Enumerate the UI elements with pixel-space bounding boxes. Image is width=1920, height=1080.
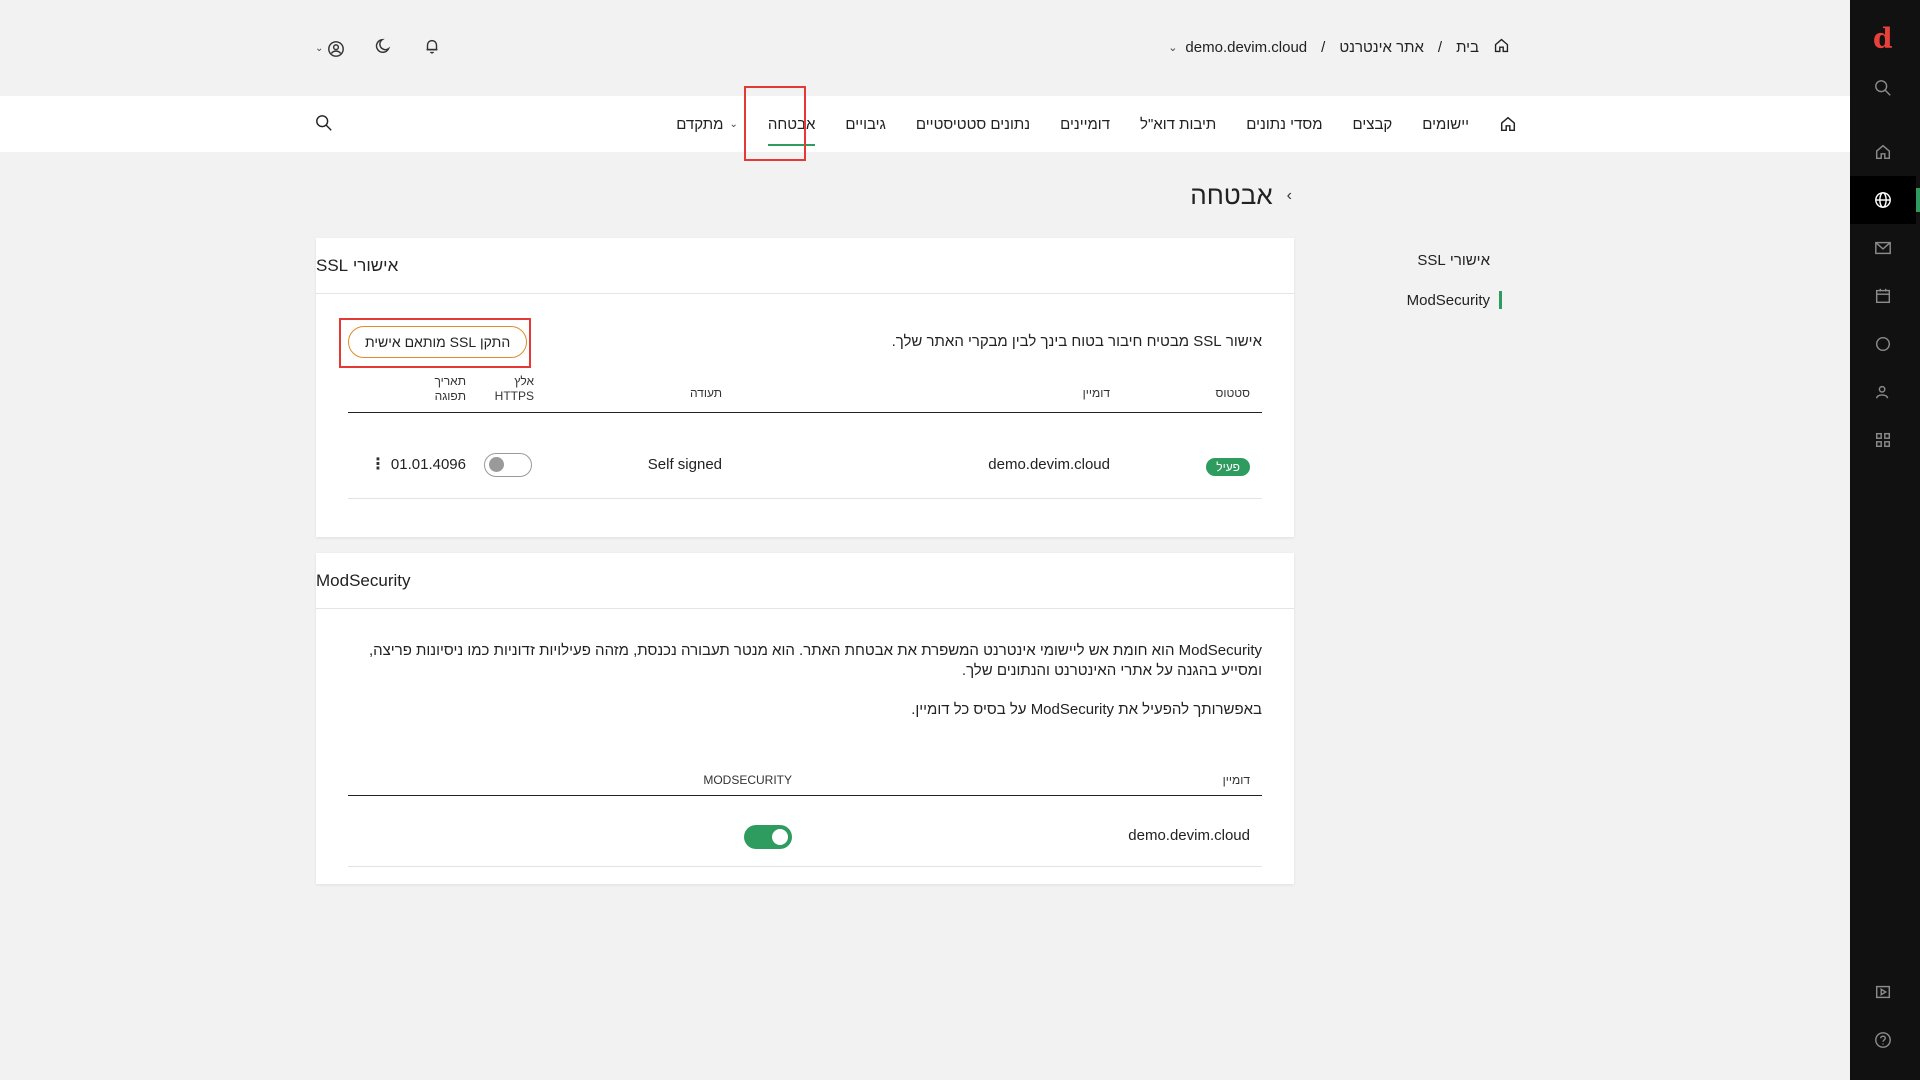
table-header-divider (348, 412, 1262, 413)
nav-item-domains[interactable]: דומיינים (1060, 96, 1110, 152)
breadcrumb-separator: / (1321, 39, 1326, 56)
app-rail: d (1850, 0, 1920, 1080)
breadcrumb-home[interactable]: בית (1456, 39, 1479, 56)
rail-users-icon[interactable] (1850, 368, 1916, 416)
rail-apps-icon[interactable] (1850, 416, 1916, 464)
page-header: › אבטחה (1190, 180, 1292, 211)
column-header-expiry: תאריך תפוגה (434, 374, 466, 404)
chevron-down-icon: ⌄ (729, 118, 738, 130)
highlight-box (339, 318, 531, 368)
nav-search-icon[interactable] (315, 114, 333, 137)
modsecurity-description: ModSecurity הוא חומת אש ליישומי אינטרנט … (368, 642, 1262, 679)
modsecurity-toggle[interactable] (744, 825, 792, 849)
page-title: אבטחה (1190, 180, 1273, 210)
toggle-knob (489, 457, 504, 472)
side-item-modsecurity[interactable]: ModSecurity (1407, 280, 1503, 320)
row-divider (348, 866, 1262, 867)
rail-circle-icon[interactable] (1850, 320, 1916, 368)
modsecurity-table: דומיין MODSECURITY demo.devim.cloud (348, 763, 1262, 883)
column-header-certificate: תעודה (689, 386, 722, 400)
section-menu: אישורי SSL ModSecurity (1407, 240, 1503, 320)
column-header-force-https-line2: HTTPS (494, 389, 534, 403)
modsecurity-domain-cell: demo.devim.cloud (1128, 827, 1250, 844)
column-header-expiry-line2: תפוגה (434, 389, 466, 403)
chevron-down-icon[interactable]: ⌄ (1168, 41, 1177, 54)
nav-item-files[interactable]: קבצים (1353, 96, 1393, 152)
nav-item-email[interactable]: תיבות דוא"ל (1140, 96, 1216, 152)
main-nav-bar: יישומים קבצים מסדי נתונים תיבות דוא"ל דו… (0, 96, 1850, 152)
ssl-expiry-cell: 01.01.4096 (390, 456, 466, 473)
modsecurity-card: ModSecurity ModSecurity הוא חומת אש לייש… (316, 553, 1294, 884)
row-divider (348, 498, 1262, 499)
nav-item-databases[interactable]: מסדי נתונים (1246, 96, 1322, 152)
rail-help-icon[interactable] (1850, 1016, 1916, 1064)
nav-item-advanced[interactable]: מתקדם ⌄ (676, 96, 738, 152)
nav-item-applications[interactable]: יישומים (1422, 96, 1469, 152)
rail-globe-icon[interactable] (1850, 176, 1920, 224)
ssl-card-title: אישורי SSL (316, 255, 399, 275)
top-header: בית / אתר אינטרנט / demo.devim.cloud ⌄ ⌄ (0, 0, 1850, 96)
rail-search-icon[interactable] (1850, 64, 1916, 112)
ssl-card: אישורי SSL אישור SSL מבטיח חיבור בטוח בי… (316, 238, 1294, 537)
table-header-divider (348, 795, 1262, 796)
status-badge: פעיל (1206, 458, 1250, 476)
header-actions: ⌄ (315, 37, 441, 60)
rail-media-icon[interactable] (1850, 968, 1916, 1016)
back-chevron-icon[interactable]: › (1287, 187, 1292, 205)
breadcrumb: בית / אתר אינטרנט / demo.devim.cloud ⌄ (1168, 37, 1510, 58)
column-header-force-https-line1: אלץ (514, 374, 534, 388)
modsecurity-card-title: ModSecurity (316, 570, 411, 590)
ssl-certificate-cell: Self signed (647, 456, 722, 473)
moon-icon[interactable] (375, 37, 393, 60)
column-header-modsecurity: MODSECURITY (703, 773, 792, 787)
column-header-domain: דומיין (1082, 386, 1110, 400)
breadcrumb-domain[interactable]: demo.devim.cloud (1185, 39, 1307, 56)
column-header-expiry-line1: תאריך (434, 374, 466, 388)
column-header-status: סטטוס (1215, 386, 1250, 400)
modsecurity-card-header: ModSecurity (316, 553, 1294, 609)
chevron-down-icon: ⌄ (315, 43, 324, 54)
breadcrumb-separator: / (1437, 39, 1443, 56)
highlight-box (744, 86, 806, 161)
nav-item-statistics[interactable]: נתונים סטטיסטיים (916, 96, 1030, 152)
modsecurity-per-domain-note: באפשרותך להפעיל את ModSecurity על בסיס כ… (911, 701, 1262, 718)
force-https-toggle[interactable] (484, 453, 532, 477)
side-item-ssl[interactable]: אישורי SSL (1407, 240, 1502, 280)
column-header-force-https: אלץ HTTPS (495, 374, 534, 404)
rail-mail-icon[interactable] (1850, 224, 1916, 272)
rail-calendar-icon[interactable] (1850, 272, 1916, 320)
brand-logo[interactable]: d (1873, 24, 1893, 54)
user-icon (328, 40, 345, 57)
ssl-card-header: אישורי SSL (316, 238, 1294, 294)
rail-home-icon[interactable] (1850, 128, 1916, 176)
account-menu[interactable]: ⌄ (315, 40, 345, 58)
nav-item-backups[interactable]: גיבויים (845, 96, 885, 152)
toggle-knob (772, 829, 788, 845)
ssl-domain-cell: demo.devim.cloud (988, 456, 1110, 473)
row-actions-kebab-icon[interactable]: ⋮ (370, 454, 386, 474)
bell-icon[interactable] (423, 37, 441, 60)
column-header-domain: דומיין (1222, 773, 1250, 787)
breadcrumb-home-icon[interactable] (1493, 37, 1510, 58)
nav-item-advanced-label: מתקדם (676, 115, 724, 133)
nav-home-icon[interactable] (1499, 96, 1517, 152)
breadcrumb-website[interactable]: אתר אינטרנט (1339, 39, 1424, 56)
